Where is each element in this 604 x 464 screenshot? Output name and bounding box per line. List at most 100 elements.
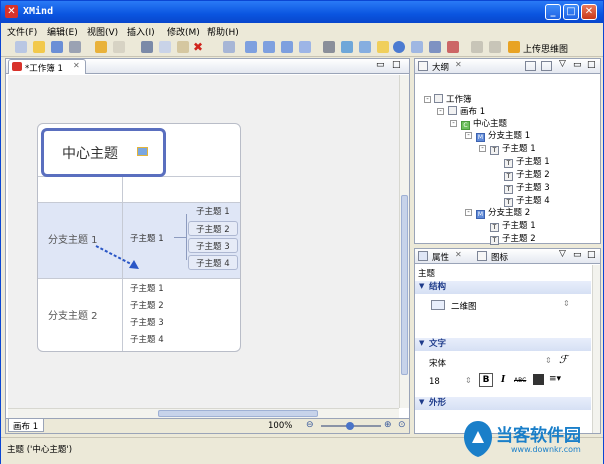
bold-icon[interactable]: B [479,373,493,387]
relationship-icon[interactable] [299,41,311,53]
tree-toggle[interactable]: - [479,145,486,152]
drill-down-icon[interactable] [471,41,483,53]
outline-tab-label[interactable]: 大纲 [432,61,449,73]
print-icon[interactable] [69,41,81,53]
props-view-menu-icon[interactable]: ▽ [559,249,566,259]
structure-value[interactable]: 二维图 [451,300,477,312]
cut-icon[interactable] [141,41,153,53]
outline-view-icon[interactable] [525,61,536,71]
sheet-tab[interactable]: 画布 1 [8,419,44,432]
zoom-in-icon[interactable]: ⊕ [384,420,392,430]
upload-icon[interactable] [508,41,520,53]
topic-icon[interactable] [223,41,235,53]
properties-close-icon[interactable]: ✕ [455,250,462,259]
menu-view[interactable]: 视图(V) [87,25,118,38]
new-icon[interactable] [15,41,27,53]
font-dropdown-icon[interactable]: ⇕ [545,356,552,365]
minimize-view-icon[interactable]: ▭ [376,60,385,70]
vertical-scrollbar[interactable] [399,75,409,408]
menu-file[interactable]: 文件(F) [7,25,37,38]
zoom-slider-thumb[interactable] [346,422,354,430]
zoom-out-icon[interactable]: ⊖ [306,420,314,430]
copy-icon[interactable] [159,41,171,53]
view-menu-icon[interactable]: ▽ [559,59,566,69]
size-dropdown-icon[interactable]: ⇕ [465,376,472,385]
marker-icon[interactable] [359,41,371,53]
subtopic-b1-4[interactable]: 子主题 4 [196,257,230,269]
tree-item-sub[interactable]: T 子主题 1 [490,219,536,232]
maximize-button[interactable]: □ [563,4,579,20]
hyperlink-icon[interactable] [393,41,405,53]
central-topic[interactable]: 中心主题 [41,128,166,177]
redo-icon[interactable] [113,41,125,53]
mindmap-canvas[interactable]: 分支主题 1 分支主题 2 子主题 1 子主题 1 子主题 2 子主题 3 子主… [8,75,399,408]
tree-toggle[interactable]: - [465,209,472,216]
menu-edit[interactable]: 编辑(E) [47,25,78,38]
tree-toggle[interactable]: - [450,120,457,127]
strikethrough-icon[interactable]: ABC [514,377,526,384]
text-section[interactable]: 文字 [415,338,591,351]
horizontal-scrollbar[interactable] [8,408,399,418]
open-icon[interactable] [33,41,45,53]
drill-up-icon[interactable] [489,41,501,53]
font-name[interactable]: 宋体 [429,357,446,369]
boundary-icon[interactable] [447,41,459,53]
subtopic-b1-2[interactable]: 子主题 2 [196,223,230,235]
maximize-view-icon[interactable]: □ [392,60,401,70]
tree-item-sub[interactable]: T 子主题 3 [504,181,550,194]
font-chooser-icon[interactable]: ℱ [559,353,568,366]
align-icon[interactable]: ≡▾ [549,374,561,384]
label-icon[interactable] [411,41,423,53]
branch-topic-2[interactable]: 分支主题 2 [48,307,98,322]
subtopic-b1-1[interactable]: 子主题 1 [196,205,230,217]
tab-close-icon[interactable]: ✕ [73,61,80,70]
subtopic-b2-1[interactable]: 子主题 1 [130,282,164,294]
editor-tab[interactable]: *工作簿 1 ✕ [8,59,86,74]
tree-item-branch1[interactable]: M 分支主题 1 [476,129,530,142]
subtopic-b2-4[interactable]: 子主题 4 [130,333,164,345]
shape-section[interactable]: 外形 [415,397,591,410]
tree-item-branch2[interactable]: M 分支主题 2 [476,206,530,219]
subtopic-b2-3[interactable]: 子主题 3 [130,316,164,328]
save-icon[interactable] [51,41,63,53]
icons-tab-label[interactable]: 图标 [491,251,508,263]
insert-topic-icon[interactable] [245,41,257,53]
subtopic-b2-2[interactable]: 子主题 2 [130,299,164,311]
menu-help[interactable]: 帮助(H) [207,25,239,38]
paste-icon[interactable] [177,41,189,53]
outline-close-icon[interactable]: ✕ [455,60,462,69]
props-maximize-icon[interactable]: □ [587,250,596,260]
delete-icon[interactable]: ✖ [193,41,205,53]
vertical-scroll-thumb[interactable] [401,195,408,375]
properties-tab-label[interactable]: 属性 [432,251,449,263]
outline-minimize-icon[interactable]: ▭ [573,60,582,70]
outline-view2-icon[interactable] [541,61,552,71]
branch-topic-1[interactable]: 分支主题 1 [48,231,98,246]
horizontal-scroll-thumb[interactable] [158,410,318,417]
attachment-icon[interactable] [323,41,335,53]
insert-floating-icon[interactable] [281,41,293,53]
subtopic-b1-3[interactable]: 子主题 3 [196,240,230,252]
tree-item-sheet[interactable]: 画布 1 [448,105,485,117]
tree-item-workbook[interactable]: 工作簿 [434,93,472,105]
tree-item-sub[interactable]: T 子主题 1 [504,155,550,168]
upload-label[interactable]: 上传思维图 [523,42,568,55]
tree-toggle[interactable]: - [437,108,444,115]
tree-item-sub[interactable]: T 子主题 2 [490,232,536,245]
props-minimize-icon[interactable]: ▭ [573,250,582,260]
tree-toggle[interactable]: - [465,132,472,139]
structure-dropdown-icon[interactable]: ⇕ [563,299,570,308]
undo-icon[interactable] [95,41,107,53]
menu-insert[interactable]: 插入(I) [127,25,155,38]
italic-icon[interactable]: I [501,375,505,385]
image-icon[interactable] [341,41,353,53]
menu-modify[interactable]: 修改(M) [167,25,200,38]
insert-subtopic-icon[interactable] [263,41,275,53]
outline-maximize-icon[interactable]: □ [587,60,596,70]
tree-toggle[interactable]: - [424,96,431,103]
note-icon[interactable] [377,41,389,53]
text-color-icon[interactable] [533,374,544,385]
tree-item-sub[interactable]: T 子主题 1 [490,142,536,155]
font-size[interactable]: 18 [429,377,440,387]
minimize-button[interactable]: _ [545,4,561,20]
